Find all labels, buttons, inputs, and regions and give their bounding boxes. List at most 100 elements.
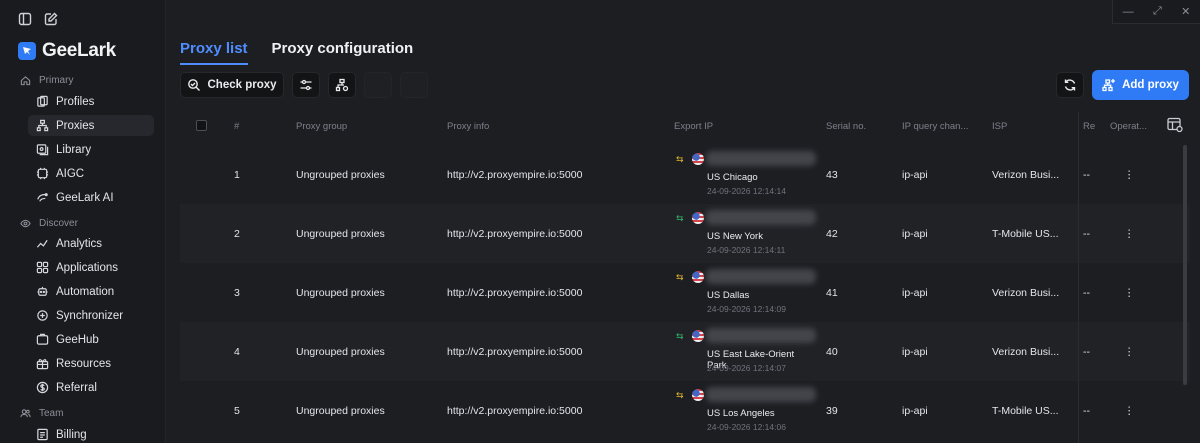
applications-icon (36, 261, 49, 274)
proxy-info-cell: http://v2.proxyempire.io:5000 (447, 346, 583, 358)
ip-query-channel-cell: ip-api (902, 169, 928, 181)
sidebar-item-geelark-ai[interactable]: GeeLark AI (28, 187, 154, 208)
sidebar-item-profiles[interactable]: Profiles (28, 91, 154, 112)
column-header-re[interactable]: Re (1083, 121, 1095, 132)
sidebar-item-label: Proxies (56, 119, 95, 132)
sidebar-item-label: Automation (56, 285, 115, 298)
blurred-ip-address (706, 387, 816, 402)
refresh-button[interactable] (1056, 72, 1084, 98)
analytics-icon (36, 239, 48, 248)
sync-arrows-icon: ⇆ (676, 272, 684, 282)
sidebar-item-label: Resources (56, 357, 111, 370)
sidebar-item-resources[interactable]: Resources (28, 353, 154, 374)
sidebar-item-aigc[interactable]: AIGC (28, 163, 154, 184)
ip-query-channel-cell: ip-api (902, 287, 928, 299)
sidebar-item-proxies[interactable]: Proxies (28, 115, 154, 136)
column-header-export-ip[interactable]: Export IP (674, 121, 713, 132)
export-ip-location: US New York (707, 231, 763, 242)
column-header-serial-no[interactable]: Serial no. (826, 121, 866, 132)
sidebar-item-label: Profiles (56, 95, 95, 108)
column-settings-icon[interactable] (1166, 116, 1184, 134)
tab-proxy-configuration[interactable]: Proxy configuration (272, 40, 414, 65)
disabled-action-button[interactable] (400, 72, 428, 98)
select-all-checkbox[interactable] (196, 120, 207, 131)
sidebar-item-label: AIGC (56, 167, 85, 180)
maximize-icon[interactable]: ⤢ (1153, 5, 1162, 18)
re-cell: -- (1083, 169, 1090, 181)
proxy-group-cell: Ungrouped proxies (296, 287, 385, 299)
ip-query-channel-cell: ip-api (902, 228, 928, 240)
edit-icon[interactable] (44, 12, 58, 26)
sidebar-top-actions (18, 12, 58, 26)
proxy-group-cell: Ungrouped proxies (296, 405, 385, 417)
sidebar-section-team: Team (20, 408, 63, 419)
sidebar-item-label: Library (56, 143, 92, 156)
more-options-icon[interactable]: ⋮ (1124, 169, 1135, 181)
table-row[interactable]: 1 Ungrouped proxies http://v2.proxyempir… (180, 145, 1190, 204)
sidebar-item-referral[interactable]: Referral (28, 377, 154, 398)
add-proxy-button[interactable]: Add proxy (1092, 70, 1189, 100)
row-index: 1 (234, 169, 240, 181)
table-header: # Proxy group Proxy info Export IP Seria… (180, 112, 1200, 140)
disabled-action-button[interactable] (364, 72, 392, 98)
column-header-ip-query-channel[interactable]: IP query chan... (902, 121, 968, 132)
export-ip-timestamp: 24-09-2026 12:14:07 (707, 363, 786, 373)
more-options-icon[interactable]: ⋮ (1124, 228, 1135, 240)
sidebar-item-label: GeeLark AI (56, 191, 114, 204)
minimize-icon[interactable]: — (1123, 6, 1134, 18)
sidebar-item-automation[interactable]: Automation (28, 281, 154, 302)
synchronizer-icon (37, 310, 48, 321)
resources-icon (36, 359, 49, 370)
blurred-ip-address (706, 328, 816, 343)
table-scrollbar[interactable] (1183, 145, 1187, 385)
sidebar-item-applications[interactable]: Applications (28, 257, 154, 278)
check-proxy-button[interactable]: Check proxy (180, 72, 284, 98)
tab-proxy-list[interactable]: Proxy list (180, 40, 248, 65)
close-icon[interactable]: ✕ (1181, 5, 1190, 18)
library-icon (36, 144, 49, 156)
more-options-icon[interactable]: ⋮ (1124, 405, 1135, 417)
serial-no-cell: 40 (826, 346, 838, 358)
isp-cell: Verizon Busi... (992, 346, 1060, 358)
blurred-ip-address (706, 269, 816, 284)
re-cell: -- (1083, 405, 1090, 417)
operations-column-divider (1078, 112, 1079, 443)
serial-no-cell: 43 (826, 169, 838, 181)
sidebar-item-synchronizer[interactable]: Synchronizer (28, 305, 154, 326)
sidebar-item-billing[interactable]: Billing (28, 424, 154, 443)
sidebar-item-library[interactable]: Library (28, 139, 154, 160)
table-row[interactable]: 2 Ungrouped proxies http://v2.proxyempir… (180, 204, 1190, 263)
column-header-isp[interactable]: ISP (992, 121, 1007, 132)
logo-mark-icon (18, 42, 36, 60)
team-icon (20, 409, 31, 418)
more-options-icon[interactable]: ⋮ (1124, 287, 1135, 299)
sidebar-section-discover: Discover (20, 218, 78, 229)
proxy-group-cell: Ungrouped proxies (296, 346, 385, 358)
proxy-group-cell: Ungrouped proxies (296, 169, 385, 181)
sync-arrows-icon: ⇆ (676, 154, 684, 164)
sidebar-item-label: GeeHub (56, 333, 99, 346)
filter-button[interactable] (292, 72, 320, 98)
proxy-group-cell: Ungrouped proxies (296, 228, 385, 240)
sliders-icon (300, 79, 312, 91)
sidebar-item-label: Billing (56, 428, 87, 441)
more-options-icon[interactable]: ⋮ (1124, 346, 1135, 358)
export-ip-timestamp: 24-09-2026 12:14:11 (707, 245, 786, 255)
referral-icon (36, 381, 49, 394)
isp-cell: Verizon Busi... (992, 287, 1060, 299)
us-flag-icon (692, 389, 704, 401)
table-row[interactable]: 3 Ungrouped proxies http://v2.proxyempir… (180, 263, 1190, 322)
table-row[interactable]: 5 Ungrouped proxies http://v2.proxyempir… (180, 381, 1190, 440)
column-header-proxy-info[interactable]: Proxy info (447, 121, 489, 132)
blurred-ip-address (706, 210, 816, 225)
home-icon (20, 76, 31, 86)
table-row[interactable]: 4 Ungrouped proxies http://v2.proxyempir… (180, 322, 1190, 381)
column-header-proxy-group[interactable]: Proxy group (296, 121, 347, 132)
sidebar-item-label: Synchronizer (56, 309, 124, 322)
sidebar-item-analytics[interactable]: Analytics (28, 233, 154, 254)
sidebar-item-geehub[interactable]: GeeHub (28, 329, 154, 350)
sidebar-toggle-icon[interactable] (18, 12, 32, 26)
tab-bar: Proxy list Proxy configuration (180, 40, 413, 65)
batch-settings-button[interactable] (328, 72, 356, 98)
isp-cell: T-Mobile US... (992, 405, 1059, 417)
